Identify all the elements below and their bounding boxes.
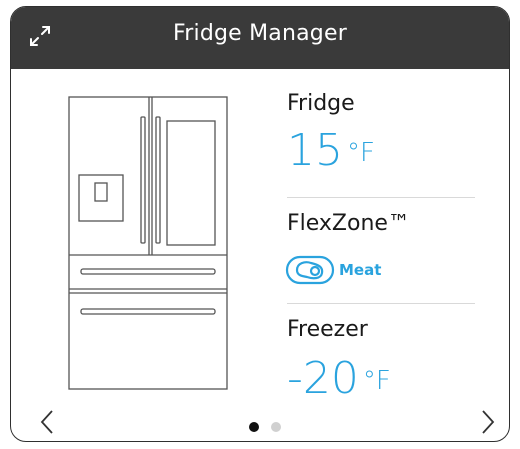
section-divider	[287, 197, 475, 198]
widget-title: Fridge Manager	[173, 21, 347, 46]
page-dot-active[interactable]	[249, 422, 259, 432]
fridge-temp-unit: °F	[347, 138, 375, 168]
fridge-label: Fridge	[287, 91, 355, 116]
left-door-handle	[140, 116, 146, 244]
meat-icon	[285, 255, 335, 285]
fridge-illustration	[68, 96, 228, 390]
water-dispenser	[78, 174, 124, 222]
flexzone-mode[interactable]: Meat	[285, 255, 381, 285]
view-window	[166, 120, 216, 246]
fridge-manager-widget: Fridge Manager Fridge 15 °F FlexZone™ Me…	[10, 6, 510, 442]
page-dot-inactive[interactable]	[271, 422, 281, 432]
right-door-handle	[155, 116, 161, 244]
freezer-temperature[interactable]: -20 °F	[287, 357, 391, 401]
page-indicator	[249, 422, 281, 432]
fridge-temp-value: 15	[287, 125, 343, 176]
fridge-body	[68, 96, 228, 390]
freezer-temp-unit: °F	[362, 366, 391, 396]
previous-button[interactable]	[37, 409, 59, 435]
widget-header: Fridge Manager	[11, 7, 509, 69]
next-button[interactable]	[477, 409, 499, 435]
freezer-handle	[80, 308, 216, 315]
chevron-left-icon	[40, 410, 53, 434]
freezer-temp-value: -20	[287, 353, 359, 404]
drawer-handle	[80, 268, 216, 275]
freezer-label: Freezer	[287, 317, 368, 342]
chevron-right-icon	[482, 410, 495, 434]
dispenser-nozzle	[94, 182, 108, 202]
flexzone-label: FlexZone™	[287, 211, 410, 236]
section-divider	[287, 303, 475, 304]
fridge-temperature[interactable]: 15 °F	[287, 129, 375, 173]
flexzone-mode-label: Meat	[339, 261, 382, 279]
